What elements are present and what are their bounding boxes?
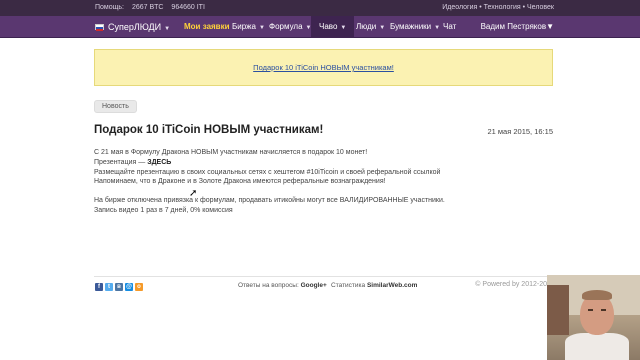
mailru-icon[interactable]: @ — [125, 283, 133, 291]
chevron-down-icon: ▼ — [546, 22, 554, 31]
chevron-down-icon: ▼ — [340, 25, 347, 31]
nav-wallets[interactable]: Бумажники ▼ — [390, 22, 440, 31]
mouse-cursor-icon: ➚ — [189, 188, 198, 199]
nav-people-label: Люди — [356, 22, 377, 31]
iti-balance: 964660 ITI — [171, 4, 205, 11]
nav-people[interactable]: Люди ▼ — [356, 22, 385, 31]
russia-flag-icon[interactable] — [95, 24, 104, 31]
nav-my-requests[interactable]: Мои заявки — [184, 22, 230, 31]
chevron-down-icon: ▼ — [258, 25, 265, 31]
odnoklassniki-icon[interactable]: о — [135, 283, 143, 291]
announcement-banner: Подарок 10 iTiCoin НОВЫМ участникам! — [94, 49, 553, 86]
post-date: 21 мая 2015, 16:15 — [487, 127, 553, 136]
nav-exchange-label: Биржа — [232, 22, 256, 31]
googleplus-link[interactable]: Google+ — [301, 282, 327, 289]
chevron-down-icon: ▼ — [379, 25, 386, 31]
brand-menu[interactable]: СуперЛЮДИ ▼ — [108, 22, 170, 32]
facebook-icon[interactable]: f — [95, 283, 103, 291]
post-line-text: Презентация — — [94, 158, 148, 166]
brand-label: СуперЛЮДИ — [108, 22, 162, 32]
copyright: © Powered by 2012-20 — [475, 281, 547, 288]
social-icons: f t в @ о — [95, 281, 145, 291]
webcam-overlay — [547, 275, 640, 360]
news-tag[interactable]: Новость — [94, 100, 137, 113]
announcement-link[interactable]: Подарок 10 iTiCoin НОВЫМ участникам! — [253, 63, 394, 72]
post-line: С 21 мая в Формулу Дракона НОВЫМ участни… — [94, 149, 368, 156]
post-line: Запись видео 1 раз в 7 дней, 0% комиссия — [94, 206, 233, 214]
nav-wallets-label: Бумажники — [390, 22, 432, 31]
footer-questions: Ответы на вопросы: Google+ — [238, 282, 327, 289]
post-line: Напоминаем, что в Драконе и в Золоте Дра… — [94, 178, 386, 186]
user-name: Вадим Пестряков — [480, 22, 547, 31]
questions-label: Ответы на вопросы: — [238, 282, 299, 289]
nav-formula[interactable]: Формула ▼ — [269, 22, 311, 31]
post-line: На бирже отключена привязка к формулам, … — [94, 197, 445, 205]
twitter-icon[interactable]: t — [105, 283, 113, 291]
nav-chat[interactable]: Чат — [443, 22, 456, 31]
chevron-down-icon: ▼ — [164, 26, 171, 32]
similarweb-link[interactable]: SimilarWeb.com — [367, 282, 417, 289]
nav-formula-label: Формула — [269, 22, 303, 31]
stats-label: Статистика — [331, 282, 366, 289]
post-line: Размещайте презентацию в своих социальны… — [94, 168, 441, 176]
nav-exchange[interactable]: Биржа ▼ — [232, 22, 265, 31]
post-title: Подарок 10 iTiCoin НОВЫМ участникам! — [94, 124, 324, 136]
tagline: Идеология • Технология • Человек — [442, 4, 554, 11]
top-info-bar: Помощь: 2667 BTC 964660 ITI Идеология • … — [0, 0, 640, 16]
nav-faq[interactable]: Чаво ▼ — [311, 16, 355, 38]
btc-balance: 2667 BTC — [131, 4, 164, 11]
post-body: С 21 мая в Формулу Дракона НОВЫМ участни… — [94, 148, 514, 216]
chevron-down-icon: ▼ — [434, 25, 441, 31]
help-label[interactable]: Помощь: — [95, 4, 124, 11]
main-nav: СуперЛЮДИ ▼ Мои заявки Биржа ▼ Формула ▼ Ча… — [0, 16, 640, 38]
presentation-link[interactable]: ЗДЕСЬ — [147, 159, 171, 166]
vk-icon[interactable]: в — [115, 283, 123, 291]
post-line: Презентация — ЗДЕСЬ — [94, 158, 514, 168]
footer-stats: Статистика SimilarWeb.com — [331, 282, 417, 289]
nav-faq-label: Чаво — [319, 22, 338, 31]
footer-divider — [94, 276, 553, 277]
user-menu[interactable]: Вадим Пестряков▼ — [481, 22, 554, 31]
